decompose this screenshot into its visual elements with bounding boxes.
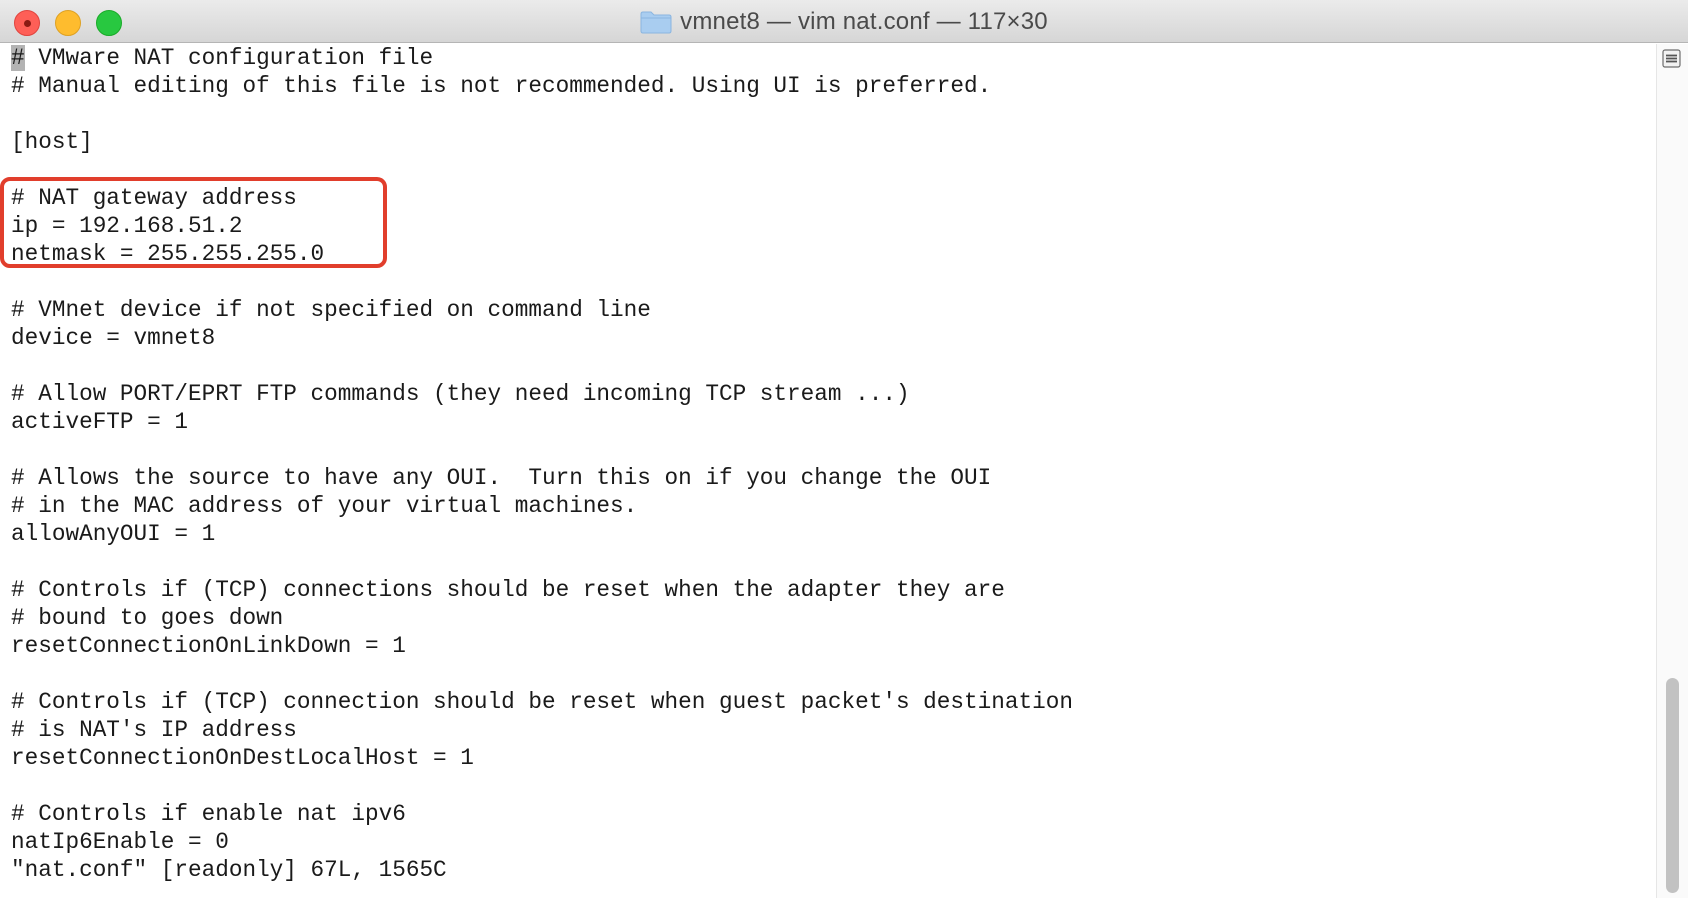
terminal-content[interactable]: # VMware NAT configuration file # Manual … — [0, 44, 1656, 898]
minimize-button[interactable] — [55, 10, 81, 36]
terminal-window: vmnet8 — vim nat.conf — 117×30 # VMware … — [0, 0, 1688, 898]
editor-line: # Controls if (TCP) connection should be… — [11, 689, 1073, 715]
editor-line: device = vmnet8 — [11, 325, 216, 351]
editor-line: # Allows the source to have any OUI. Tur… — [11, 465, 992, 491]
editor-line: # NAT gateway address — [11, 185, 297, 211]
editor-line: # Allow PORT/EPRT FTP commands (they nee… — [11, 381, 910, 407]
editor-line: # Controls if (TCP) connections should b… — [11, 577, 1005, 603]
editor-line: ip = 192.168.51.2 — [11, 213, 243, 239]
editor-line: # is NAT's IP address — [11, 717, 297, 743]
editor-line: activeFTP = 1 — [11, 409, 188, 435]
editor-line: resetConnectionOnDestLocalHost = 1 — [11, 745, 474, 771]
list-icon[interactable] — [1662, 49, 1681, 68]
editor-line: # VMnet device if not specified on comma… — [11, 297, 651, 323]
editor-line: # Controls if enable nat ipv6 — [11, 801, 406, 827]
editor-line: [host] — [11, 129, 93, 155]
title-bar[interactable]: vmnet8 — vim nat.conf — 117×30 — [0, 0, 1688, 43]
editor-line-text: VMware NAT configuration file — [24, 45, 434, 71]
scrollbar-thumb[interactable] — [1666, 678, 1679, 893]
close-button[interactable] — [14, 10, 40, 36]
vim-status-line: "nat.conf" [readonly] 67L, 1565C — [11, 857, 447, 883]
window-title: vmnet8 — vim nat.conf — 117×30 — [680, 7, 1048, 35]
editor-line: natIp6Enable = 0 — [11, 829, 229, 855]
folder-icon — [640, 11, 672, 33]
editor-line: allowAnyOUI = 1 — [11, 521, 216, 547]
editor-line: # VMware NAT configuration file — [11, 44, 433, 72]
close-icon — [24, 20, 31, 27]
editor-line: # in the MAC address of your virtual mac… — [11, 493, 638, 519]
maximize-button[interactable] — [96, 10, 122, 36]
text-cursor: # — [11, 45, 25, 71]
editor-line: netmask = 255.255.255.0 — [11, 241, 325, 267]
editor-line: # Manual editing of this file is not rec… — [11, 73, 992, 99]
editor-line: # bound to goes down — [11, 605, 284, 631]
editor-line: resetConnectionOnLinkDown = 1 — [11, 633, 406, 659]
